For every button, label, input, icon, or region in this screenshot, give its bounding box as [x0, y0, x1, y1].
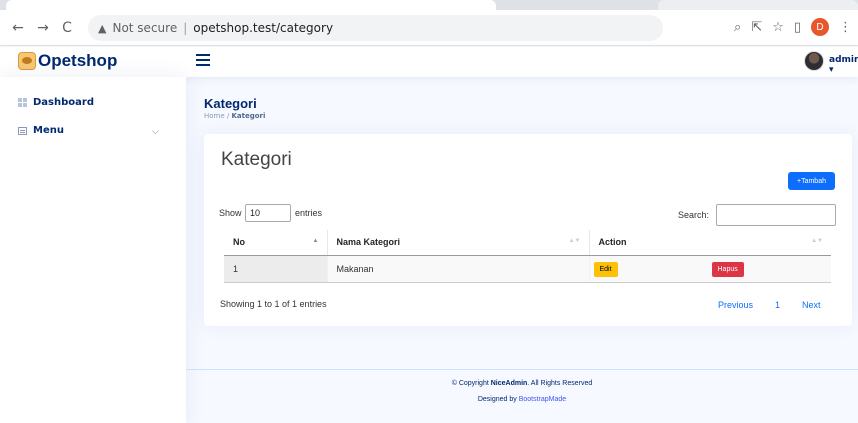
sidebar-item-label: Menu	[33, 125, 64, 136]
add-category-button[interactable]: +Tambah	[788, 172, 835, 190]
app-header: Opetshop admin ▾	[0, 47, 858, 77]
table-row: 1 Makanan Edit Hapus	[224, 255, 831, 283]
avatar[interactable]	[804, 51, 824, 71]
sort-icon: ▲▼	[811, 238, 823, 244]
breadcrumb-separator: /	[226, 112, 230, 120]
pagination: Previous 1 Next	[718, 300, 821, 310]
card-title: Kategori	[221, 149, 292, 170]
sidebar-item-dashboard[interactable]: Dashboard	[18, 97, 94, 108]
chevron-down-icon[interactable]: ⌵	[152, 127, 159, 137]
edit-button[interactable]: Edit	[593, 261, 618, 277]
brand-name: NiceAdmin	[490, 380, 528, 387]
user-menu-label[interactable]: admin ▾	[829, 55, 858, 75]
share-icon[interactable]: ⇱	[751, 20, 762, 35]
search-label: Search:	[678, 210, 710, 220]
reload-icon[interactable]: C	[57, 18, 77, 38]
search-input[interactable]	[716, 204, 836, 226]
credits-text: Designed by BootstrapMade	[477, 396, 567, 403]
sort-icon: ▲▼	[568, 238, 581, 244]
zoom-icon[interactable]: ⌕	[734, 20, 741, 35]
warning-icon: ▲	[98, 21, 107, 35]
table-info: Showing 1 to 1 of 1 entries	[220, 299, 327, 309]
designer-link[interactable]: BootstrapMade	[519, 396, 566, 403]
profile-avatar[interactable]: D	[811, 18, 829, 36]
column-header-nama-kategori[interactable]: Nama Kategori ▲▼	[326, 230, 589, 256]
security-status: Not secure	[112, 21, 178, 35]
grid-icon	[18, 98, 27, 107]
browser-tab-strip	[0, 0, 858, 10]
delete-button[interactable]: Hapus	[711, 261, 744, 277]
category-table: No ▲ Nama Kategori ▲▼ Action ▲▼ 1 Makanan E…	[224, 230, 831, 283]
show-label: Show	[219, 208, 242, 218]
entries-label: entries	[295, 208, 323, 218]
pagination-page-1[interactable]: 1	[775, 300, 780, 310]
column-header-action[interactable]: Action ▲▼	[588, 230, 831, 256]
entries-length-select[interactable]	[245, 204, 291, 222]
cell-action: Edit Hapus	[588, 255, 831, 283]
breadcrumb-current: Kategori	[231, 112, 266, 120]
pagination-previous[interactable]: Previous	[718, 300, 753, 310]
forward-icon[interactable]: →	[33, 18, 53, 38]
footer: © Copyright NiceAdmin. All Rights Reserv…	[186, 369, 858, 423]
logo-text[interactable]: Opetshop	[38, 51, 117, 71]
cell-nama-kategori: Makanan	[326, 255, 589, 283]
cell-no: 1	[224, 255, 327, 283]
breadcrumb: Home / Kategori	[204, 112, 265, 120]
sidebar-item-label: Dashboard	[33, 97, 94, 108]
url-text: opetshop.test/category	[193, 21, 334, 35]
back-icon[interactable]: ←	[8, 18, 28, 38]
menu-icon	[18, 126, 27, 135]
browser-menu-icon[interactable]: ⋮	[839, 20, 852, 35]
address-separator: |	[183, 21, 188, 35]
pagination-next[interactable]: Next	[802, 300, 821, 310]
sidebar-item-menu[interactable]: Menu	[18, 125, 64, 136]
column-header-no[interactable]: No ▲	[224, 230, 327, 256]
sort-asc-icon: ▲	[312, 238, 319, 244]
logo-icon[interactable]	[18, 52, 36, 70]
browser-tab[interactable]	[658, 0, 858, 10]
hamburger-menu-icon[interactable]	[196, 54, 210, 66]
category-card: Kategori +Tambah Show entries Search: No…	[204, 134, 852, 326]
copyright-text: © Copyright NiceAdmin. All Rights Reserv…	[451, 380, 593, 387]
side-panel-icon[interactable]: ▯	[794, 20, 801, 35]
browser-actions: ⌕ ⇱ ☆ ▯ D ⋮	[734, 18, 852, 36]
page-title: Kategori	[204, 96, 257, 111]
breadcrumb-home[interactable]: Home	[204, 112, 225, 120]
address-bar[interactable]: ▲ Not secure | opetshop.test/category	[88, 15, 663, 41]
browser-toolbar: ← → C ▲ Not secure | opetshop.test/categ…	[0, 10, 858, 46]
table-header-row: No ▲ Nama Kategori ▲▼ Action ▲▼	[224, 230, 831, 256]
bookmark-star-icon[interactable]: ☆	[772, 20, 784, 35]
browser-tab[interactable]	[6, 0, 496, 10]
